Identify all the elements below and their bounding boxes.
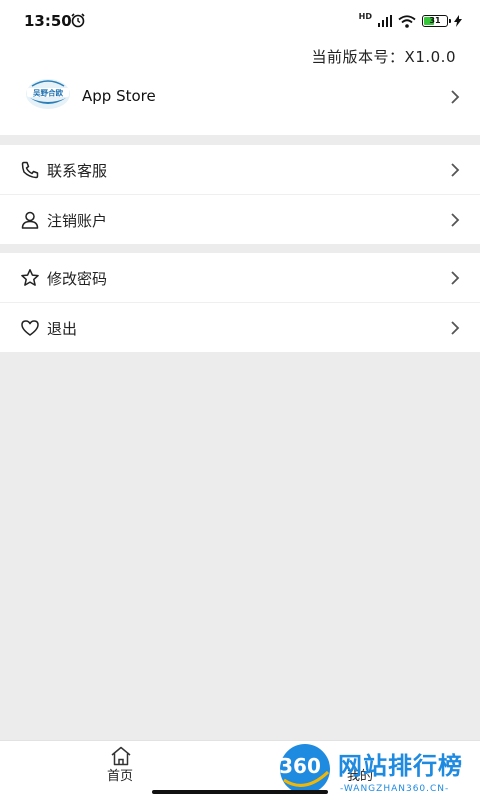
wifi-icon	[398, 14, 416, 28]
star-icon	[21, 269, 39, 286]
menu-group-account: 修改密码 退出	[0, 253, 480, 352]
menu-item-logout[interactable]: 退出	[0, 302, 480, 352]
alarm-clock-icon	[71, 13, 85, 28]
chevron-right-icon	[451, 321, 460, 335]
battery-level: 31	[429, 16, 441, 25]
menu-item-delete-account[interactable]: 注销账户	[0, 194, 480, 244]
status-time: 13:50	[24, 12, 72, 30]
status-indicators: HD 31	[359, 12, 462, 30]
hd-badge: HD	[358, 12, 372, 21]
watermark-circle-text: 360	[279, 754, 321, 778]
chevron-right-icon	[451, 213, 460, 227]
home-icon	[111, 746, 131, 766]
menu-item-change-password[interactable]: 修改密码	[0, 253, 480, 302]
phone-icon	[21, 161, 39, 179]
battery-cap	[449, 19, 451, 23]
heart-icon	[21, 320, 39, 336]
app-logo: 吴野合欧	[26, 79, 70, 109]
menu-item-label: 联系客服	[47, 162, 108, 180]
chevron-right-icon	[451, 163, 460, 177]
user-icon	[21, 211, 39, 229]
menu-item-contact-service[interactable]: 联系客服	[0, 145, 480, 194]
app-logo-text: 吴野合欧	[33, 88, 63, 98]
chevron-right-icon	[451, 271, 460, 285]
menu-item-label: 注销账户	[47, 212, 108, 230]
tab-home-label: 首页	[106, 769, 133, 784]
charging-bolt-icon	[454, 15, 462, 27]
version-label: 当前版本号：X1.0.0	[311, 48, 456, 66]
menu-group-support: 联系客服 注销账户	[0, 145, 480, 244]
chevron-right-icon	[451, 90, 460, 104]
menu-item-label: 修改密码	[47, 270, 108, 288]
battery-icon: 31	[422, 15, 451, 27]
status-bar: 13:50 HD 31	[0, 0, 480, 40]
menu-item-label: 退出	[47, 320, 78, 338]
home-indicator	[152, 790, 328, 794]
watermark-title: 网站排行榜	[338, 752, 463, 780]
watermark-subtitle: -WANGZHAN360.CN-	[340, 784, 450, 794]
signal-icon	[378, 15, 392, 27]
app-store-label: App Store	[82, 87, 156, 105]
app-store-row[interactable]: 吴野合欧 App Store	[0, 70, 480, 126]
version-card: 当前版本号：X1.0.0 吴野合欧 App Store	[0, 40, 480, 135]
